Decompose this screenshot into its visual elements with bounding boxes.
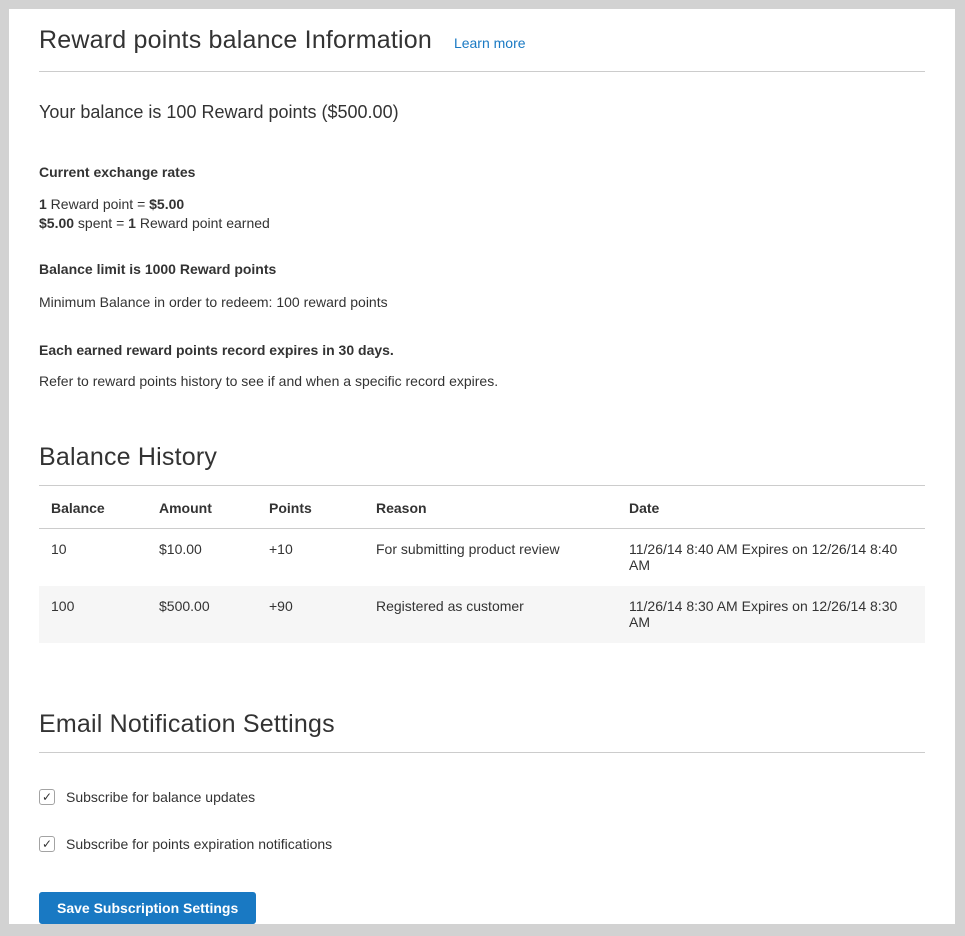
page-title: Reward points balance Information: [39, 26, 432, 54]
email-settings-section: Email Notification Settings ✓ Subscribe …: [39, 709, 925, 924]
cell-date: 11/26/14 8:40 AM Expires on 12/26/14 8:4…: [617, 529, 925, 587]
column-header-points: Points: [257, 486, 364, 529]
cell-points: +10: [257, 529, 364, 587]
cell-date: 11/26/14 8:30 AM Expires on 12/26/14 8:3…: [617, 586, 925, 643]
balance-history-table: Balance Amount Points Reason Date 10 $10…: [39, 486, 925, 643]
table-row: 10 $10.00 +10 For submitting product rev…: [39, 529, 925, 587]
subscribe-expiration-notifications-option[interactable]: ✓ Subscribe for points expiration notifi…: [39, 836, 925, 852]
exchange-rate-line-1: 1 Reward point = $5.00: [39, 195, 925, 214]
learn-more-link[interactable]: Learn more: [454, 35, 526, 51]
exchange-rate-line-2: $5.00 spent = 1 Reward point earned: [39, 214, 925, 233]
rate2-text: spent =: [74, 215, 128, 231]
expiration-notifications-label[interactable]: Subscribe for points expiration notifica…: [66, 836, 332, 852]
checkmark-icon: ✓: [42, 791, 52, 803]
cell-reason: For submitting product review: [364, 529, 617, 587]
subscribe-balance-updates-option[interactable]: ✓ Subscribe for balance updates: [39, 789, 925, 805]
balance-limit-notice: Balance limit is 1000 Reward points: [39, 260, 925, 278]
rate1-points: 1: [39, 196, 47, 212]
minimum-balance-notice: Minimum Balance in order to redeem: 100 …: [39, 293, 925, 311]
column-header-date: Date: [617, 486, 925, 529]
cell-balance: 10: [39, 529, 147, 587]
balance-history-title: Balance History: [39, 442, 925, 486]
page-header: Reward points balance Information Learn m…: [39, 9, 925, 72]
cell-amount: $500.00: [147, 586, 257, 643]
cell-points: +90: [257, 586, 364, 643]
balance-summary: Your balance is 100 Reward points ($500.…: [39, 101, 925, 123]
rate1-amount: $5.00: [149, 196, 184, 212]
balance-history-section: Balance History Balance Amount Points Re…: [39, 442, 925, 643]
rate2-points: 1: [128, 215, 136, 231]
balance-updates-checkbox[interactable]: ✓: [39, 789, 55, 805]
table-header-row: Balance Amount Points Reason Date: [39, 486, 925, 529]
save-subscription-settings-button[interactable]: Save Subscription Settings: [39, 892, 256, 924]
expiration-notifications-checkbox[interactable]: ✓: [39, 836, 55, 852]
balance-updates-label[interactable]: Subscribe for balance updates: [66, 789, 255, 805]
cell-reason: Registered as customer: [364, 586, 617, 643]
column-header-amount: Amount: [147, 486, 257, 529]
column-header-reason: Reason: [364, 486, 617, 529]
exchange-rates-heading: Current exchange rates: [39, 163, 925, 181]
rate1-text: Reward point =: [47, 196, 149, 212]
checkmark-icon: ✓: [42, 838, 52, 850]
cell-amount: $10.00: [147, 529, 257, 587]
rate2-text-end: Reward point earned: [136, 215, 270, 231]
cell-balance: 100: [39, 586, 147, 643]
expiration-notice: Each earned reward points record expires…: [39, 341, 925, 359]
column-header-balance: Balance: [39, 486, 147, 529]
expiration-hint: Refer to reward points history to see if…: [39, 372, 925, 390]
rate2-amount: $5.00: [39, 215, 74, 231]
email-settings-title: Email Notification Settings: [39, 709, 925, 753]
table-row: 100 $500.00 +90 Registered as customer 1…: [39, 586, 925, 643]
reward-points-card: Reward points balance Information Learn m…: [9, 9, 955, 924]
